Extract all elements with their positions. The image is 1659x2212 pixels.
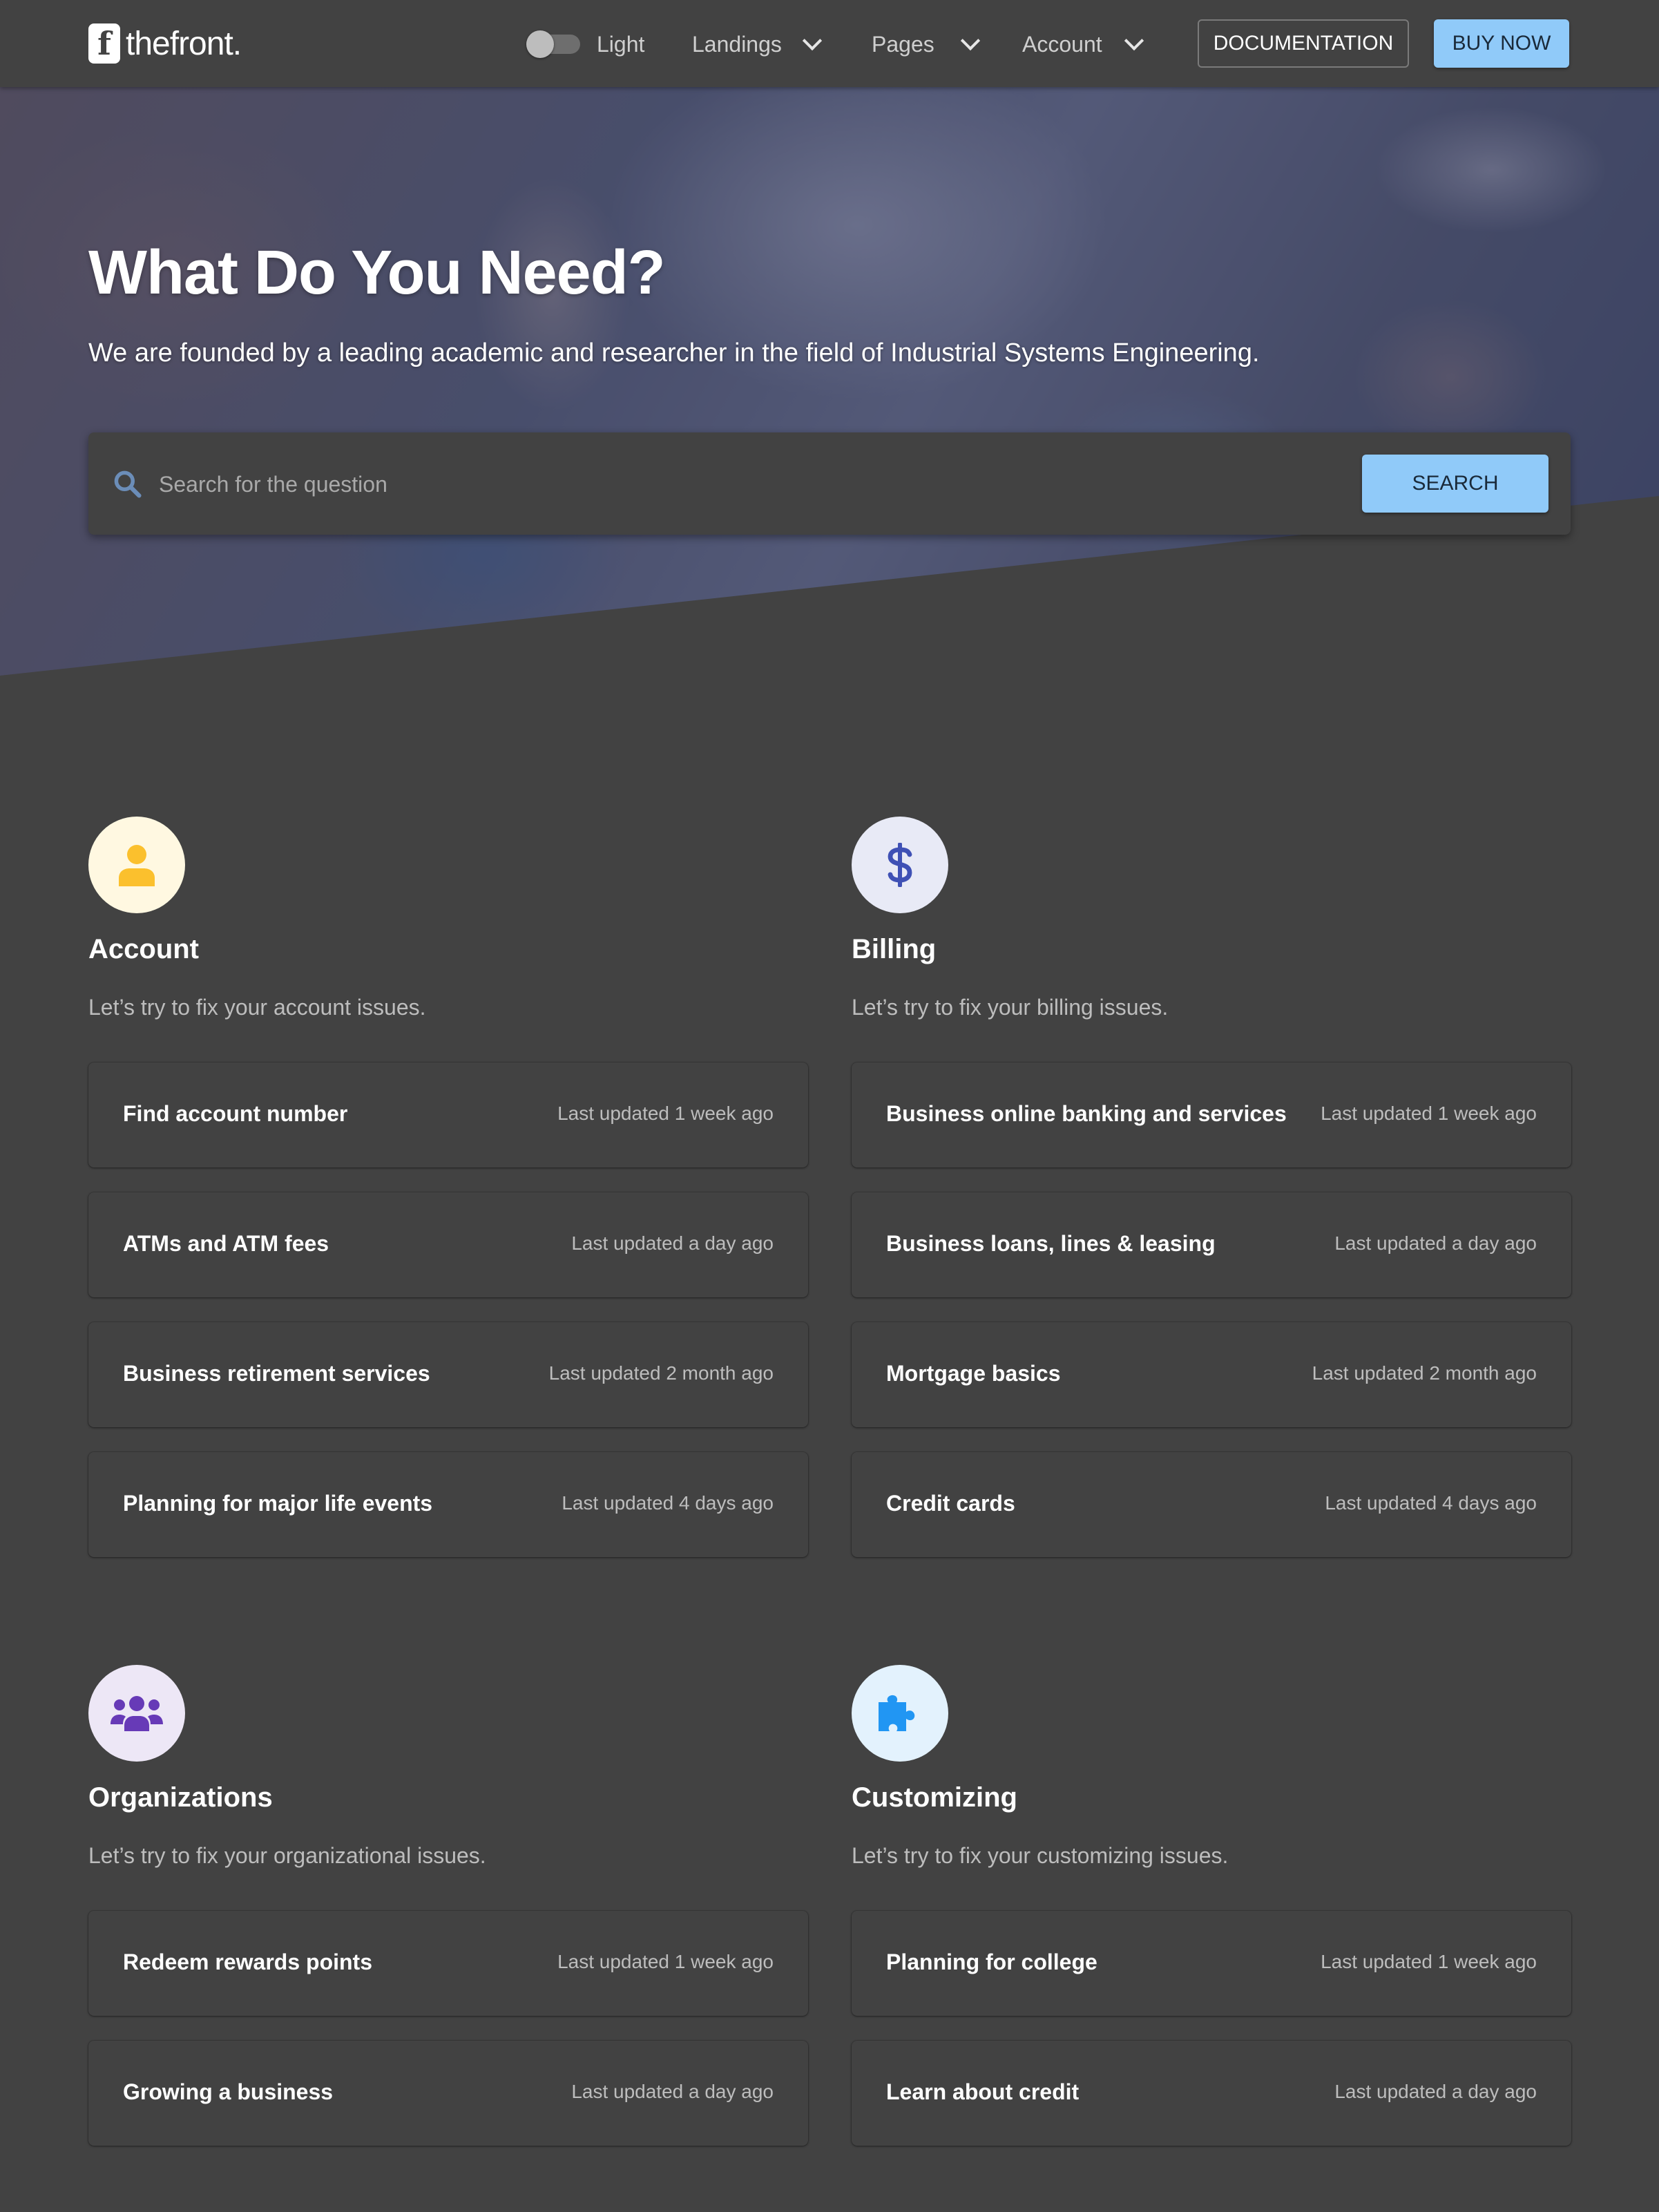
nav-pages-label: Pages [872,31,934,57]
hero-subtitle: We are founded by a leading academic and… [88,339,1260,368]
toggle-track[interactable] [526,30,580,58]
faq-title: Planning for college [886,1949,1097,1974]
faq-title: Business loans, lines & leasing [886,1231,1216,1256]
faq-item[interactable]: Business loans, lines & leasing Last upd… [852,1192,1571,1297]
category-description: Let’s try to fix your billing issues. [852,995,1169,1020]
theme-toggle[interactable]: Light [526,28,645,61]
account-icon-badge [88,817,185,913]
organizations-icon-badge [88,1665,185,1762]
search-icon [114,470,142,498]
faq-updated: Last updated a day ago [1334,2081,1537,2102]
customizing-icon-badge [852,1665,948,1762]
faq-item[interactable]: Business retirement services Last update… [88,1322,808,1427]
faq-item[interactable]: Planning for major life events Last upda… [88,1452,808,1557]
faq-updated: Last updated a day ago [1334,1232,1537,1254]
theme-label: Light [597,31,645,57]
brand-logo[interactable]: f thefront. [88,23,242,64]
billing-icon-badge [852,817,948,913]
category-title: Billing [852,934,937,964]
search-input[interactable] [157,460,1362,508]
search-button[interactable]: SEARCH [1362,455,1548,513]
faq-updated: Last updated a day ago [571,2081,774,2102]
category-title: Customizing [852,1782,1017,1813]
faq-title: Credit cards [886,1491,1015,1516]
faq-item[interactable]: Learn about credit Last updated a day ag… [852,2041,1571,2146]
faq-title: Growing a business [123,2079,334,2104]
faq-title: Business retirement services [123,1361,430,1386]
nav-landings-label: Landings [692,31,782,57]
category-title: Account [88,934,199,964]
faq-title: Redeem rewards points [123,1949,372,1974]
faq-updated: Last updated 1 week ago [1321,1103,1537,1124]
puzzle-icon [879,1695,915,1731]
category-organizations: Organizations Let’s try to fix your orga… [88,1665,808,2162]
user-icon [119,845,155,886]
logo-mark: f [88,23,120,64]
faq-title: Find account number [123,1101,348,1126]
faq-item[interactable]: Redeem rewards points Last updated 1 wee… [88,1911,808,2016]
nav-landings[interactable]: Landings [692,28,823,61]
category-title: Organizations [88,1782,273,1813]
faq-item[interactable]: Find account number Last updated 1 week … [88,1062,808,1167]
page-title: What Do You Need? [88,238,666,307]
faq-item[interactable]: Mortgage basics Last updated 2 month ago [852,1322,1571,1427]
faq-item[interactable]: ATMs and ATM fees Last updated a day ago [88,1192,808,1297]
dollar-icon [888,843,912,887]
faq-updated: Last updated 1 week ago [557,1951,774,1972]
faq-updated: Last updated 4 days ago [562,1492,774,1514]
buy-now-button[interactable]: BUY NOW [1434,19,1569,68]
faq-item[interactable]: Business online banking and services Las… [852,1062,1571,1167]
faq-item[interactable]: Credit cards Last updated 4 days ago [852,1452,1571,1557]
category-description: Let’s try to fix your organizational iss… [88,1843,486,1868]
category-account: Account Let’s try to fix your account is… [88,817,808,1563]
faq-item[interactable]: Growing a business Last updated a day ag… [88,2041,808,2146]
nav-account-label: Account [1022,31,1102,57]
hero-section: What Do You Need? We are founded by a le… [0,87,1659,681]
chevron-down-icon [1124,30,1144,51]
category-description: Let’s try to fix your account issues. [88,995,426,1020]
faq-updated: Last updated 1 week ago [557,1103,774,1124]
nav-account[interactable]: Account [1022,28,1144,61]
faq-title: Business online banking and services [886,1101,1287,1126]
logo-text: thefront. [126,25,242,62]
faq-updated: Last updated a day ago [571,1232,774,1254]
chevron-down-icon [960,30,980,51]
faq-title: Learn about credit [886,2079,1080,2104]
category-billing: Billing Let’s try to fix your billing is… [852,817,1571,1563]
faq-updated: Last updated 4 days ago [1325,1492,1537,1514]
users-icon [111,1696,163,1731]
category-customizing: Customizing Let’s try to fix your custom… [852,1665,1571,2162]
faq-title: Mortgage basics [886,1361,1061,1386]
faq-title: ATMs and ATM fees [123,1231,329,1256]
category-description: Let’s try to fix your customizing issues… [852,1843,1229,1868]
toggle-thumb[interactable] [526,30,554,58]
hero-diagonal-divider [0,496,1659,681]
search-bar: SEARCH [88,432,1571,535]
top-navbar: f thefront. Light Landings Pages Account… [0,0,1659,87]
faq-item[interactable]: Planning for college Last updated 1 week… [852,1911,1571,2016]
documentation-button[interactable]: DOCUMENTATION [1198,19,1409,68]
faq-updated: Last updated 2 month ago [1312,1362,1537,1384]
chevron-down-icon [802,30,823,51]
faq-updated: Last updated 2 month ago [548,1362,774,1384]
faq-title: Planning for major life events [123,1491,433,1516]
nav-pages[interactable]: Pages [872,28,980,61]
faq-updated: Last updated 1 week ago [1321,1951,1537,1972]
